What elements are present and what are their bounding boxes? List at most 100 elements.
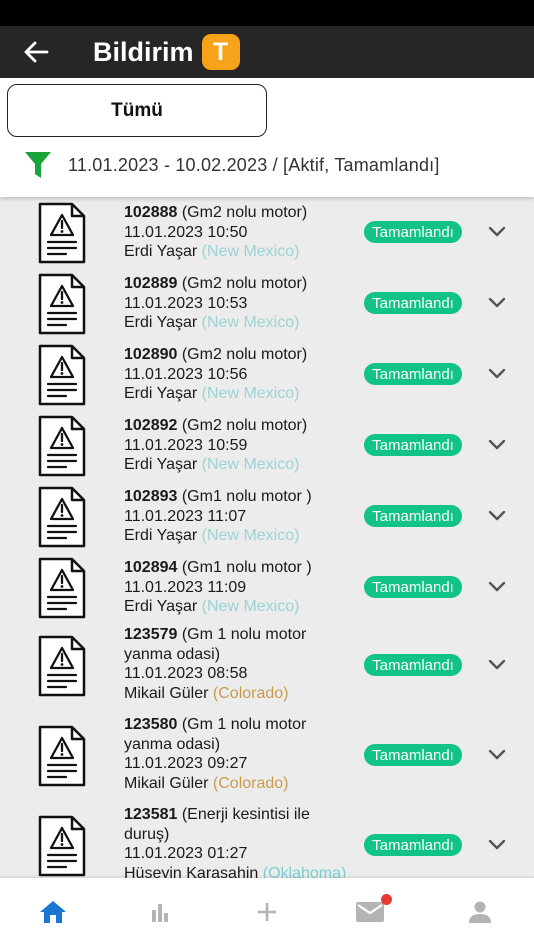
filter-summary-text: 11.01.2023 - 10.02.2023 / [Aktif, Tamaml… — [68, 154, 440, 175]
notification-datetime: 11.01.2023 10:56 — [124, 365, 248, 383]
user-badge[interactable]: T — [201, 34, 240, 70]
notification-item[interactable]: 102888 (Gm2 nolu motor) 11.01.2023 10:50… — [0, 197, 534, 268]
notification-text: 123581 (Enerji kesintisi ile duruş) 11.0… — [124, 805, 356, 878]
notification-id: 123580 — [124, 716, 178, 733]
warning-document-icon — [38, 725, 86, 787]
person-icon — [469, 901, 491, 923]
warning-document-icon — [38, 815, 86, 877]
notification-id: 102893 — [124, 488, 178, 505]
notification-subject: (Gm1 nolu motor ) — [181, 559, 312, 576]
notification-location: (New Mexico) — [201, 314, 300, 331]
notification-datetime: 11.01.2023 10:50 — [124, 223, 248, 241]
notification-person: Mikail Güler — [124, 774, 209, 792]
nav-statistics[interactable] — [144, 896, 176, 928]
notification-person: Erdi Yaşar — [124, 527, 198, 544]
mail-icon — [356, 902, 384, 922]
notification-person: Hüseyin Karaşahin — [124, 864, 259, 879]
notification-person: Erdi Yaşar — [124, 314, 198, 331]
status-badge: Tamamlandı — [364, 576, 462, 598]
notification-id: 102890 — [124, 346, 178, 363]
chevron-down-icon[interactable] — [487, 838, 507, 852]
notification-subject: (Gm2 nolu motor) — [181, 417, 308, 434]
notification-item[interactable]: 102890 (Gm2 nolu motor) 11.01.2023 10:56… — [0, 339, 534, 410]
notification-id: 123579 — [124, 626, 178, 643]
chevron-down-icon[interactable] — [487, 296, 507, 310]
status-badge: Tamamlandı — [364, 505, 462, 527]
notification-person: Erdi Yaşar — [124, 385, 198, 402]
notification-location: (Colorado) — [212, 684, 289, 702]
chevron-down-icon[interactable] — [487, 658, 507, 672]
notification-location: (New Mexico) — [201, 243, 300, 260]
notification-text: 102894 (Gm1 nolu motor ) 11.01.2023 11:0… — [124, 558, 356, 617]
status-badge: Tamamlandı — [364, 434, 462, 456]
notification-id: 102889 — [124, 275, 178, 292]
notification-location: (New Mexico) — [201, 385, 300, 402]
warning-document-icon — [38, 202, 86, 264]
notification-datetime: 11.01.2023 10:59 — [124, 436, 248, 454]
notification-location: (New Mexico) — [201, 527, 300, 544]
status-badge: Tamamlandı — [364, 834, 462, 856]
notification-item[interactable]: 123580 (Gm 1 nolu motor yanma odasi) 11.… — [0, 713, 534, 803]
status-badge: Tamamlandı — [364, 654, 462, 676]
notification-item[interactable]: 123579 (Gm 1 nolu motor yanma odasi) 11.… — [0, 623, 534, 713]
status-badge: Tamamlandı — [364, 221, 462, 243]
notification-item[interactable]: 102892 (Gm2 nolu motor) 11.01.2023 10:59… — [0, 410, 534, 481]
notification-id: 102888 — [124, 204, 178, 221]
status-badge: Tamamlandı — [364, 363, 462, 385]
chevron-down-icon[interactable] — [487, 509, 507, 523]
notification-item[interactable]: 102894 (Gm1 nolu motor ) 11.01.2023 11:0… — [0, 552, 534, 623]
page-title: Bildirim — [93, 36, 194, 67]
nav-add[interactable] — [251, 896, 283, 928]
notification-text: 102888 (Gm2 nolu motor) 11.01.2023 10:50… — [124, 203, 356, 262]
notification-text: 102893 (Gm1 nolu motor ) 11.01.2023 11:0… — [124, 487, 356, 546]
notification-datetime: 11.01.2023 09:27 — [124, 755, 248, 772]
notification-id: 102892 — [124, 417, 178, 434]
status-badge: Tamamlandı — [364, 744, 462, 766]
notification-person: Mikail Güler — [124, 684, 209, 702]
notification-person: Erdi Yaşar — [124, 456, 198, 473]
chevron-down-icon[interactable] — [487, 225, 507, 239]
notification-subject: (Gm2 nolu motor) — [181, 346, 308, 363]
status-badge: Tamamlandı — [364, 292, 462, 314]
chevron-down-icon[interactable] — [487, 748, 507, 762]
notification-datetime: 11.01.2023 11:09 — [124, 578, 247, 596]
chevron-down-icon[interactable] — [487, 580, 507, 594]
notification-subject: (Gm2 nolu motor) — [181, 204, 308, 221]
status-bar — [0, 0, 534, 26]
notification-location: (Colorado) — [212, 774, 289, 792]
app-bar: Bildirim T — [0, 26, 534, 78]
filter-summary-row[interactable]: 11.01.2023 - 10.02.2023 / [Aktif, Tamaml… — [24, 150, 440, 180]
notification-item[interactable]: 123581 (Enerji kesintisi ile duruş) 11.0… — [0, 803, 534, 878]
back-button[interactable] — [0, 26, 72, 78]
nav-profile[interactable] — [464, 896, 496, 928]
mail-notification-dot — [381, 894, 392, 905]
notification-text: 102892 (Gm2 nolu motor) 11.01.2023 10:59… — [124, 416, 356, 475]
plus-icon — [258, 903, 276, 921]
chevron-down-icon[interactable] — [487, 367, 507, 381]
notification-text: 102890 (Gm2 nolu motor) 11.01.2023 10:56… — [124, 345, 356, 404]
notification-location: (Oklahoma) — [262, 864, 347, 879]
warning-document-icon — [38, 273, 86, 335]
notification-text: 102889 (Gm2 nolu motor) 11.01.2023 10:53… — [124, 274, 356, 333]
notification-text: 123580 (Gm 1 nolu motor yanma odasi) 11.… — [124, 715, 356, 793]
notification-subject: (Gm1 nolu motor ) — [181, 488, 312, 505]
warning-document-icon — [38, 635, 86, 697]
nav-home[interactable] — [37, 896, 69, 928]
notification-datetime: 11.01.2023 10:53 — [124, 294, 248, 312]
notification-id: 102894 — [124, 559, 178, 576]
notification-item[interactable]: 102889 (Gm2 nolu motor) 11.01.2023 10:53… — [0, 268, 534, 339]
notification-item[interactable]: 102893 (Gm1 nolu motor ) 11.01.2023 11:0… — [0, 481, 534, 552]
notification-list[interactable]: 102888 (Gm2 nolu motor) 11.01.2023 10:50… — [0, 197, 534, 878]
notification-datetime: 11.01.2023 11:07 — [124, 507, 247, 525]
chevron-down-icon[interactable] — [487, 438, 507, 452]
warning-document-icon — [38, 344, 86, 406]
filter-icon — [25, 152, 51, 178]
tab-all[interactable]: Tümü — [7, 84, 267, 137]
filter-panel: Tümü 11.01.2023 - 10.02.2023 / [Aktif, T… — [0, 78, 534, 197]
notification-datetime: 11.01.2023 01:27 — [124, 845, 248, 862]
bottom-navigation — [0, 878, 534, 950]
bar-chart-icon — [152, 904, 168, 922]
notification-person: Erdi Yaşar — [124, 598, 198, 615]
notification-id: 123581 — [124, 806, 178, 823]
home-icon — [40, 901, 66, 923]
